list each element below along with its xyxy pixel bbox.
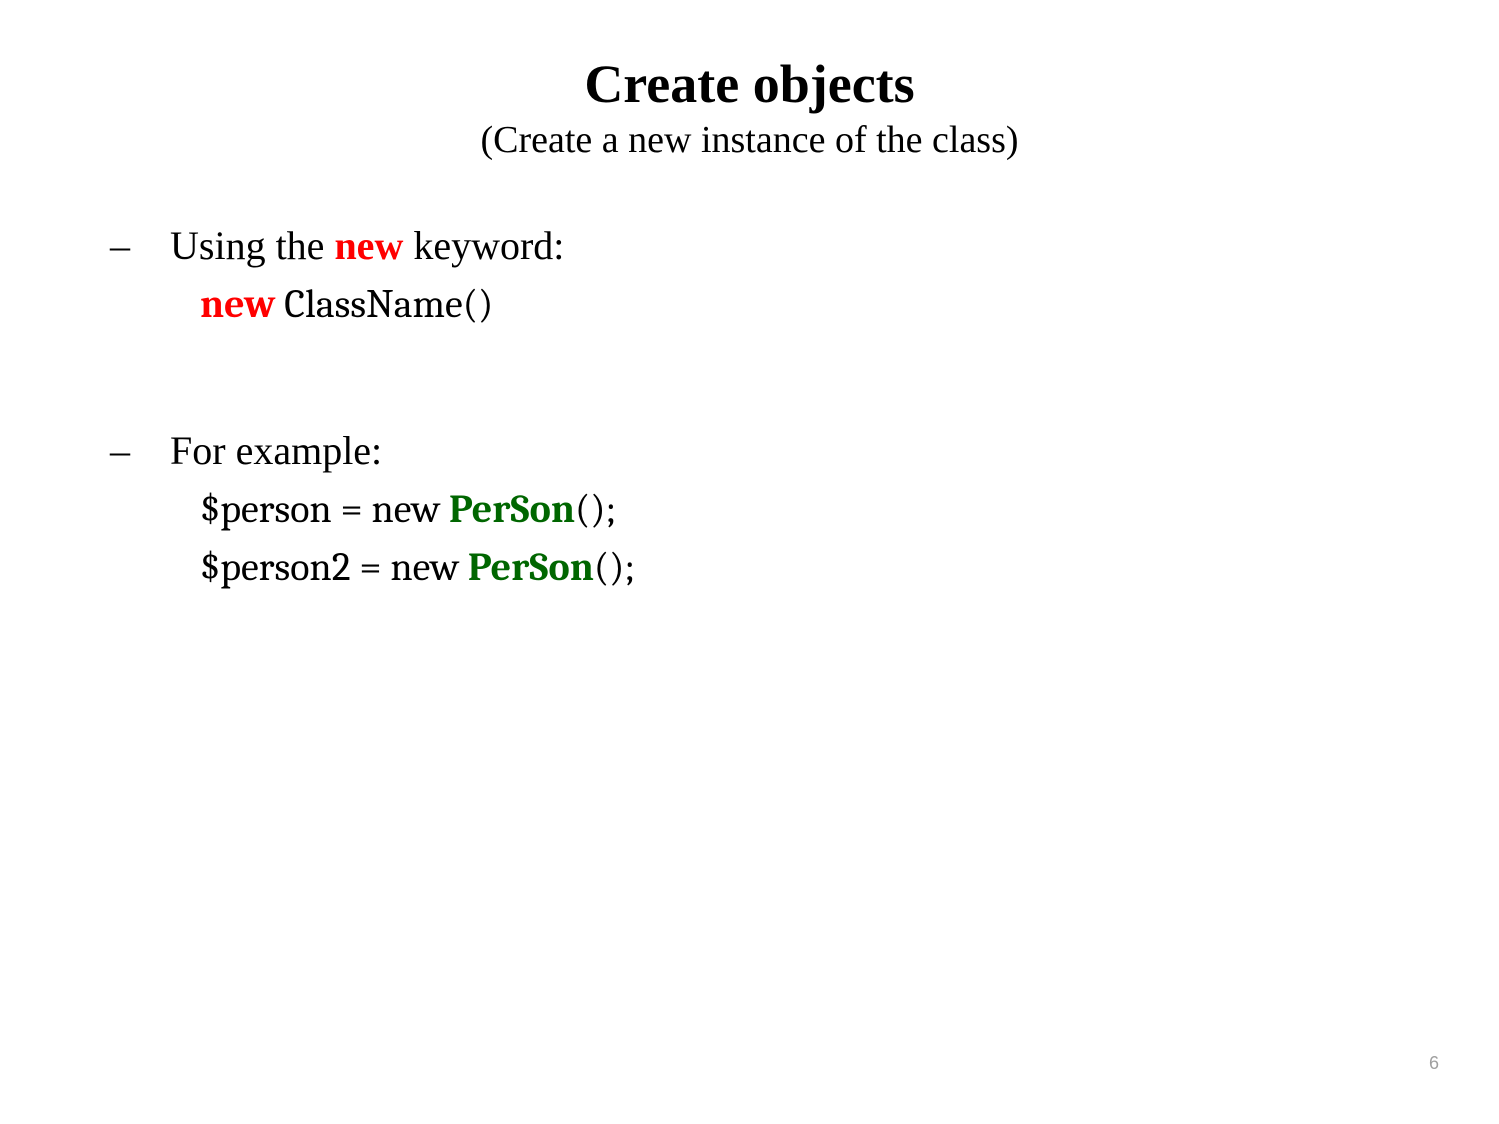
- keyword-new-inline: new: [334, 223, 403, 268]
- code-new-classname: new ClassName(): [200, 281, 1399, 327]
- bullet-text: Using the new keyword:: [170, 222, 1399, 269]
- code-person1: $person = new PerSon();: [200, 486, 1399, 532]
- bullet-dash: –: [110, 222, 170, 269]
- section-using-new: – Using the new keyword: new ClassName(): [100, 222, 1399, 327]
- classname-person1: PerSon: [449, 486, 575, 532]
- code2-pre: $person = new: [200, 486, 449, 532]
- bullet-dash: –: [110, 427, 170, 474]
- title-block: Create objects (Create a new instance of…: [100, 55, 1399, 162]
- slide-title: Create objects: [100, 55, 1399, 114]
- code1-rest: ClassName(): [275, 281, 493, 327]
- bullet-using-new: – Using the new keyword:: [110, 222, 1399, 269]
- bullet1-pre: Using the: [170, 223, 334, 268]
- code2-post: ();: [575, 486, 616, 532]
- bullet-for-example: – For example:: [110, 427, 1399, 474]
- slide-subtitle: (Create a new instance of the class): [100, 118, 1399, 162]
- classname-person2: PerSon: [468, 544, 594, 590]
- keyword-new: new: [200, 281, 275, 327]
- bullet1-post: keyword:: [403, 223, 564, 268]
- bullet2-text: For example:: [170, 427, 1399, 474]
- code-person2: $person2 = new PerSon();: [200, 544, 1399, 590]
- page-number: 6: [1429, 1053, 1439, 1074]
- code3-post: ();: [594, 544, 635, 590]
- code3-pre: $person2 = new: [200, 544, 468, 590]
- section-for-example: – For example: $person = new PerSon(); $…: [100, 427, 1399, 590]
